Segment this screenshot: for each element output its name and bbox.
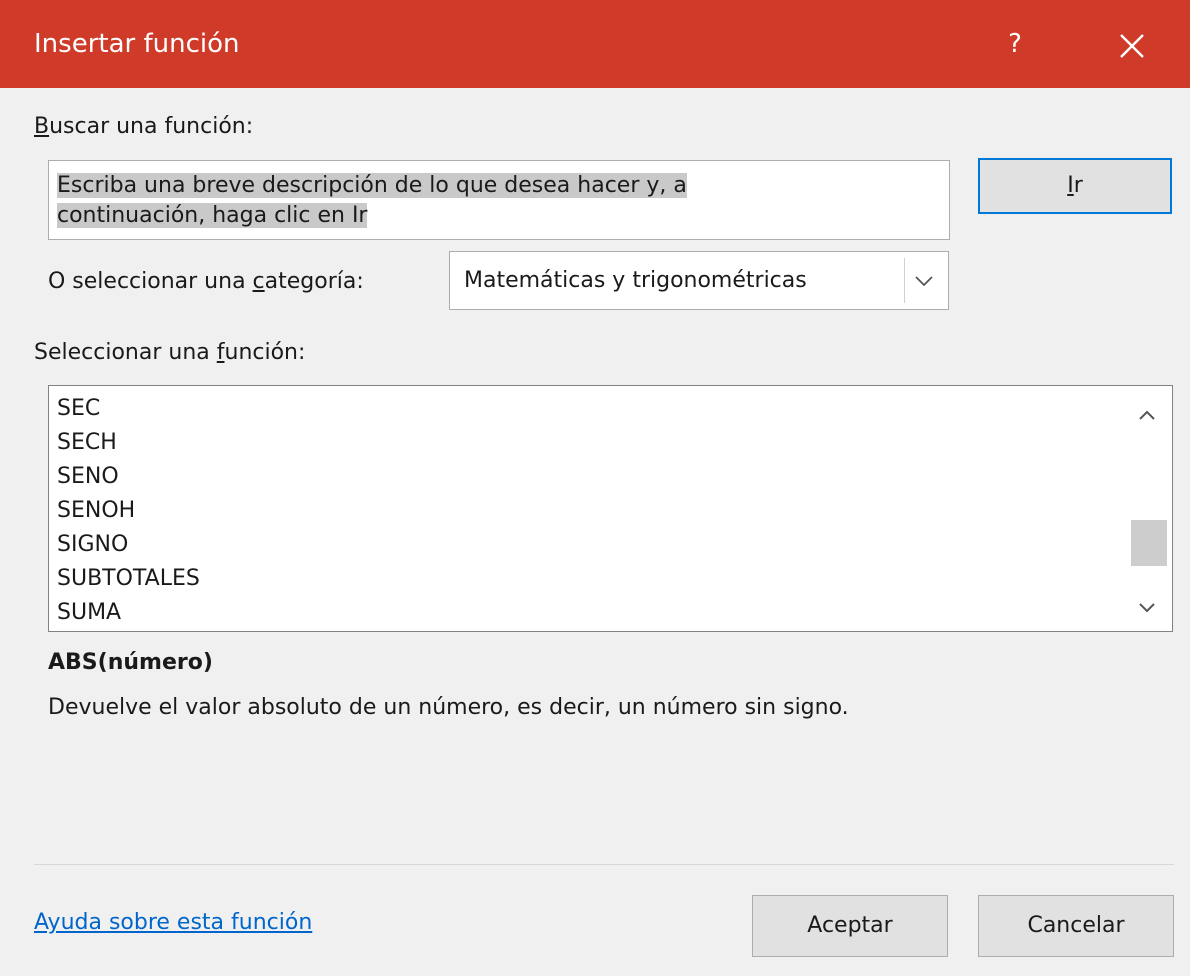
search-placeholder-line-1: Escriba una breve descripción de lo que … <box>57 173 687 198</box>
close-button[interactable] <box>1112 26 1152 66</box>
list-item[interactable]: SUBTOTALES <box>57 562 200 596</box>
footer-divider <box>34 864 1174 865</box>
dialog-title: Insertar función <box>34 29 240 59</box>
chevron-down-icon <box>1139 603 1155 613</box>
ok-button[interactable]: Aceptar <box>752 895 948 957</box>
cancel-button[interactable]: Cancelar <box>978 895 1174 957</box>
function-list-label: Seleccionar una función: <box>34 340 306 365</box>
help-button[interactable]: ? <box>1000 24 1030 64</box>
search-input[interactable]: Escriba una breve descripción de lo que … <box>48 160 950 240</box>
list-item[interactable]: SIGNO <box>57 528 128 562</box>
chevron-up-icon <box>1139 410 1155 420</box>
search-placeholder-line-2: continuación, haga clic en Ir <box>57 203 368 228</box>
go-button[interactable]: Ir <box>978 158 1172 214</box>
list-item[interactable]: SENO <box>57 460 119 494</box>
category-label: O seleccionar una categoría: <box>48 269 364 294</box>
scroll-down-button[interactable] <box>1129 592 1165 622</box>
function-help-link[interactable]: Ayuda sobre esta función <box>34 908 312 938</box>
function-description: Devuelve el valor absoluto de un número,… <box>48 695 849 720</box>
list-item[interactable]: SEC <box>57 392 100 426</box>
list-item[interactable]: SENOH <box>57 494 135 528</box>
search-label: Buscar una función: <box>34 114 254 139</box>
function-list[interactable]: SEC SECH SENO SENOH SIGNO SUBTOTALES SUM… <box>48 385 1173 632</box>
function-signature: ABS(número) <box>48 650 213 675</box>
chevron-down-icon <box>915 276 933 287</box>
close-icon <box>1120 34 1144 58</box>
category-selected-value: Matemáticas y trigonométricas <box>464 268 807 293</box>
category-select[interactable]: Matemáticas y trigonométricas <box>449 251 949 310</box>
title-bar: Insertar función ? <box>0 0 1190 88</box>
list-item[interactable]: SUMA <box>57 596 121 630</box>
category-dropdown-button[interactable] <box>904 258 942 303</box>
scrollbar-thumb[interactable] <box>1131 520 1167 566</box>
scroll-up-button[interactable] <box>1129 400 1165 430</box>
list-item[interactable]: SECH <box>57 426 117 460</box>
